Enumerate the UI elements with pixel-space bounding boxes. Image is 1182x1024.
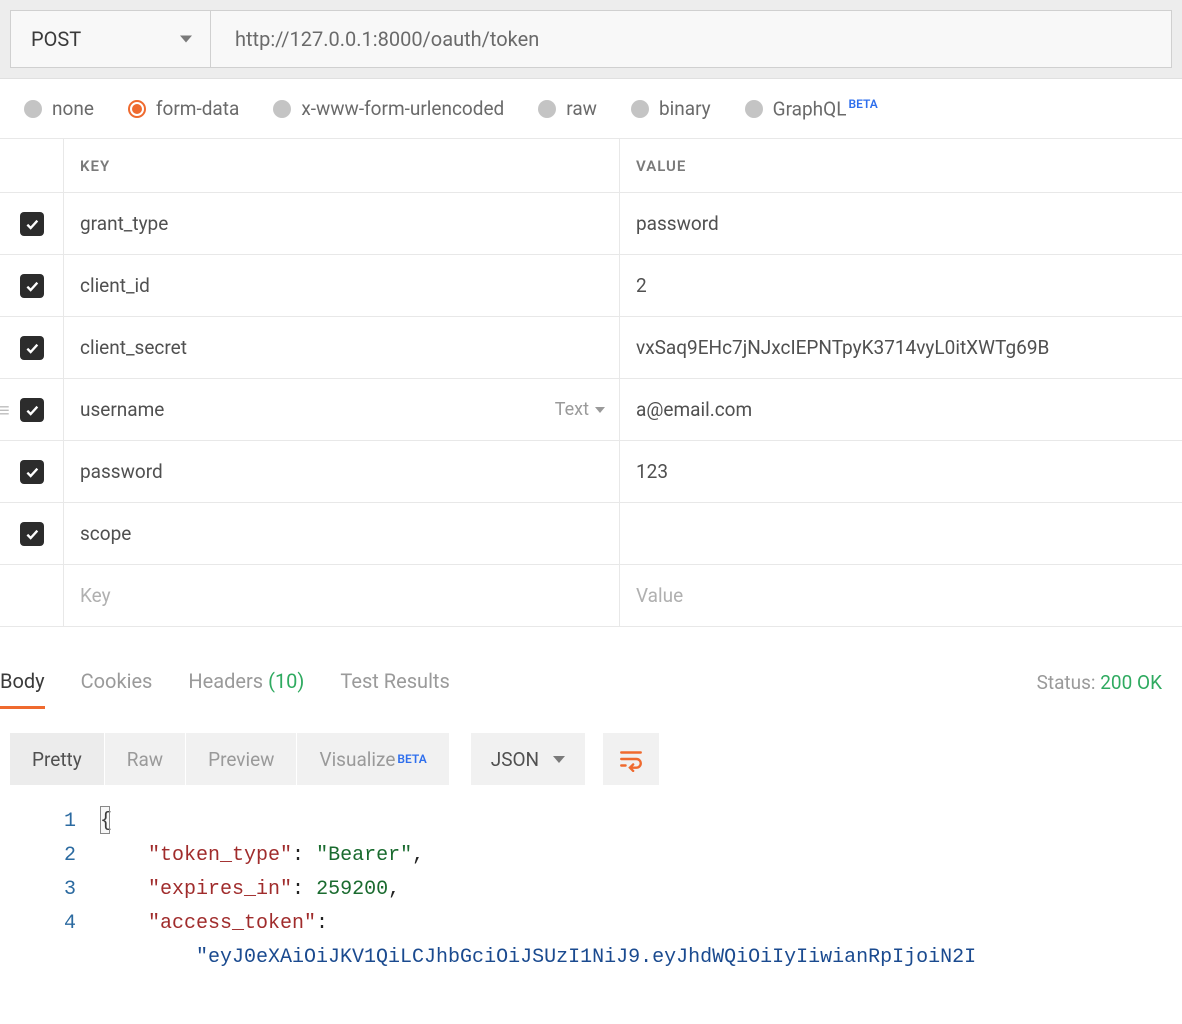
tab-body[interactable]: Body [0,657,63,707]
value-cell[interactable]: a@email.com [620,379,1182,440]
radio-icon [745,100,763,118]
beta-badge: BETA [848,97,877,111]
row-checkbox[interactable] [20,522,44,546]
caret-down-icon [553,756,565,763]
table-row: grant_type password [0,193,1182,255]
radio-icon [128,100,146,118]
url-value: http://127.0.0.1:8000/oauth/token [235,27,539,51]
key-cell[interactable]: scope [64,503,620,564]
tab-headers[interactable]: Headers (10) [188,657,322,707]
wrap-icon [618,746,644,772]
url-input[interactable]: http://127.0.0.1:8000/oauth/token [210,10,1172,68]
line-gutter: 1 2 3 4 [0,805,100,975]
caret-down-icon [595,407,605,413]
format-select[interactable]: JSON [471,733,585,785]
view-visualize[interactable]: VisualizeBETA [297,733,448,785]
view-pretty[interactable]: Pretty [10,733,105,785]
code-body[interactable]: { "token_type": "Bearer", "expires_in": … [100,805,1182,975]
http-method-value: POST [31,27,81,51]
radio-icon [24,100,42,118]
row-checkbox[interactable] [20,336,44,360]
value-cell[interactable]: 123 [620,441,1182,502]
table-row: password 123 [0,441,1182,503]
field-type-select[interactable]: Text [555,399,605,420]
key-cell[interactable]: password [64,441,620,502]
header-value: VALUE [620,139,1182,192]
key-cell[interactable]: Key [64,565,620,626]
radio-icon [538,100,556,118]
tab-cookies[interactable]: Cookies [81,657,171,707]
key-cell[interactable]: username Text [64,379,620,440]
body-type-graphql[interactable]: GraphQLBETA [745,97,878,120]
beta-badge: BETA [397,752,426,766]
body-type-none[interactable]: none [24,97,94,120]
value-cell[interactable]: password [620,193,1182,254]
radio-icon [273,100,291,118]
wrap-lines-button[interactable] [603,733,659,785]
headers-count: (10) [268,669,304,693]
body-type-raw[interactable]: raw [538,97,597,120]
row-checkbox[interactable] [20,398,44,422]
body-type-row: none form-data x-www-form-urlencoded raw… [0,79,1182,138]
status-value: 200 OK [1100,671,1162,694]
value-cell[interactable] [620,503,1182,564]
response-tabs: Body Cookies Headers (10) Test Results S… [0,647,1182,707]
status-label: Status: 200 OK [1037,671,1174,694]
body-type-form-data[interactable]: form-data [128,97,239,120]
value-cell[interactable]: Value [620,565,1182,626]
drag-handle-icon[interactable]: ≡ [0,407,10,413]
header-check-cell [0,139,64,192]
tab-test-results[interactable]: Test Results [340,657,467,707]
table-row: client_id 2 [0,255,1182,317]
value-cell[interactable]: vxSaq9EHc7jNJxcIEPNTpyK3714vyL0itXWTg69B [620,317,1182,378]
response-body: 1 2 3 4 { "token_type": "Bearer", "expir… [0,801,1182,975]
table-row: scope [0,503,1182,565]
view-raw[interactable]: Raw [105,733,186,785]
key-cell[interactable]: client_id [64,255,620,316]
table-row: ≡ username Text a@email.com [0,379,1182,441]
view-preview[interactable]: Preview [186,733,297,785]
value-cell[interactable]: 2 [620,255,1182,316]
placeholder-check [0,565,64,626]
text-cursor [100,806,110,834]
body-type-urlencoded[interactable]: x-www-form-urlencoded [273,97,504,120]
caret-down-icon [180,36,192,43]
key-cell[interactable]: grant_type [64,193,620,254]
row-checkbox[interactable] [20,274,44,298]
row-checkbox[interactable] [20,212,44,236]
body-type-binary[interactable]: binary [631,97,711,120]
form-data-table: KEY VALUE grant_type password client_id … [0,138,1182,627]
row-checkbox[interactable] [20,460,44,484]
table-header-row: KEY VALUE [0,139,1182,193]
http-method-select[interactable]: POST [10,10,210,68]
key-cell[interactable]: client_secret [64,317,620,378]
table-row-placeholder: Key Value [0,565,1182,627]
radio-icon [631,100,649,118]
header-key: KEY [64,139,620,192]
response-toolbar: Pretty Raw Preview VisualizeBETA JSON [0,717,1182,801]
table-row: client_secret vxSaq9EHc7jNJxcIEPNTpyK371… [0,317,1182,379]
request-bar: POST http://127.0.0.1:8000/oauth/token [0,0,1182,79]
